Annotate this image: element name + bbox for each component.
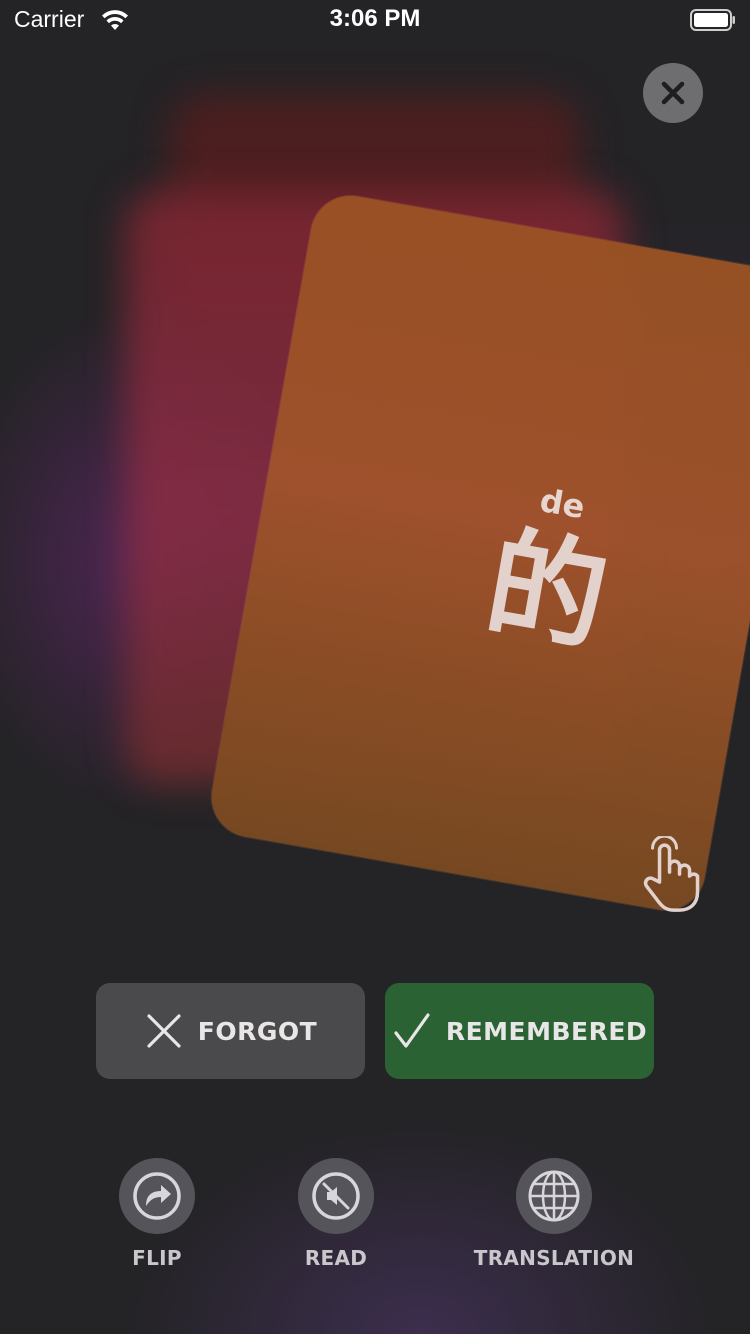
- flip-button[interactable]: FLIP: [67, 1158, 247, 1270]
- checkmark-icon: [394, 1013, 430, 1048]
- translation-button-circle[interactable]: [516, 1158, 592, 1234]
- close-icon: [661, 81, 685, 105]
- flip-button-circle[interactable]: [119, 1158, 195, 1234]
- flip-label: FLIP: [132, 1246, 182, 1270]
- translation-label: TRANSLATION: [473, 1246, 635, 1270]
- tap-hand-icon: [643, 836, 700, 912]
- close-button[interactable]: [643, 63, 703, 123]
- read-button-circle[interactable]: [298, 1158, 374, 1234]
- forgot-button[interactable]: FORGOT: [96, 983, 365, 1079]
- x-icon: [147, 1014, 181, 1048]
- status-time: 3:06 PM: [329, 5, 421, 32]
- forgot-label: FORGOT: [197, 1016, 318, 1046]
- read-button[interactable]: READ: [246, 1158, 426, 1270]
- remembered-button[interactable]: REMEMBERED: [385, 983, 654, 1079]
- translation-button[interactable]: TRANSLATION: [464, 1158, 644, 1270]
- remembered-label: REMEMBERED: [445, 1016, 648, 1046]
- flip-icon: [133, 1172, 181, 1220]
- speaker-muted-icon: [312, 1172, 360, 1220]
- read-label: READ: [304, 1246, 368, 1270]
- globe-icon: [528, 1170, 580, 1222]
- battery-icon: [690, 9, 735, 31]
- status-bar: Carrier 3:06 PM: [0, 0, 750, 40]
